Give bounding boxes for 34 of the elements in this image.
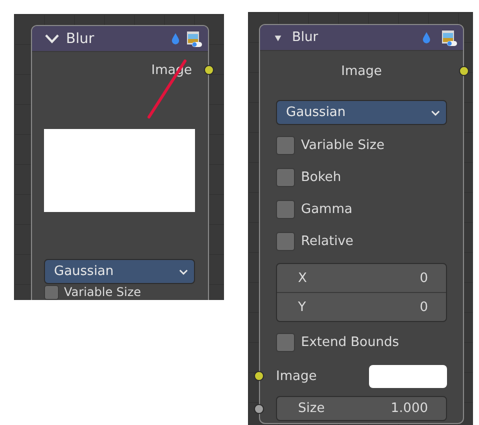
checkbox-label: Bokeh xyxy=(301,170,342,184)
checkbox-label: Variable Size xyxy=(64,285,142,299)
checkbox[interactable] xyxy=(276,168,295,186)
checkbox-label: Variable Size xyxy=(301,138,384,152)
color-field[interactable] xyxy=(369,364,447,388)
node-title: Blur xyxy=(292,30,320,45)
node-title: Blur xyxy=(66,30,96,46)
checkbox-label: Relative xyxy=(301,234,354,248)
checkbox[interactable] xyxy=(44,284,59,300)
checkbox[interactable] xyxy=(276,332,295,352)
blur-type-dropdown[interactable]: Gaussian xyxy=(276,100,447,125)
socket[interactable] xyxy=(254,371,264,381)
checkbox-label: Gamma xyxy=(301,202,352,216)
checkbox[interactable] xyxy=(276,136,295,154)
size-field[interactable]: Size 1.000 xyxy=(276,396,447,421)
drop-icon[interactable] xyxy=(422,31,431,44)
blur-type-dropdown[interactable]: Gaussian xyxy=(44,259,195,284)
number-field[interactable]: Y 0 xyxy=(277,292,446,321)
socket[interactable] xyxy=(459,66,469,76)
checkbox-label: Extend Bounds xyxy=(301,334,400,350)
checkbox[interactable] xyxy=(276,200,295,218)
drop-icon[interactable] xyxy=(171,32,180,45)
number-field[interactable]: X 0 xyxy=(277,264,446,292)
triangle-icon[interactable] xyxy=(274,34,282,42)
socket[interactable] xyxy=(204,65,214,75)
socket-label: Image xyxy=(276,368,317,384)
caret-icon xyxy=(179,268,188,274)
chevron-icon[interactable] xyxy=(44,33,60,44)
image-toggle-icon[interactable] xyxy=(186,30,202,46)
socket[interactable] xyxy=(254,404,264,414)
checkbox[interactable] xyxy=(276,232,295,250)
socket-label: Image xyxy=(341,64,382,78)
caret-icon xyxy=(431,110,440,116)
image-toggle-icon[interactable] xyxy=(441,30,457,46)
